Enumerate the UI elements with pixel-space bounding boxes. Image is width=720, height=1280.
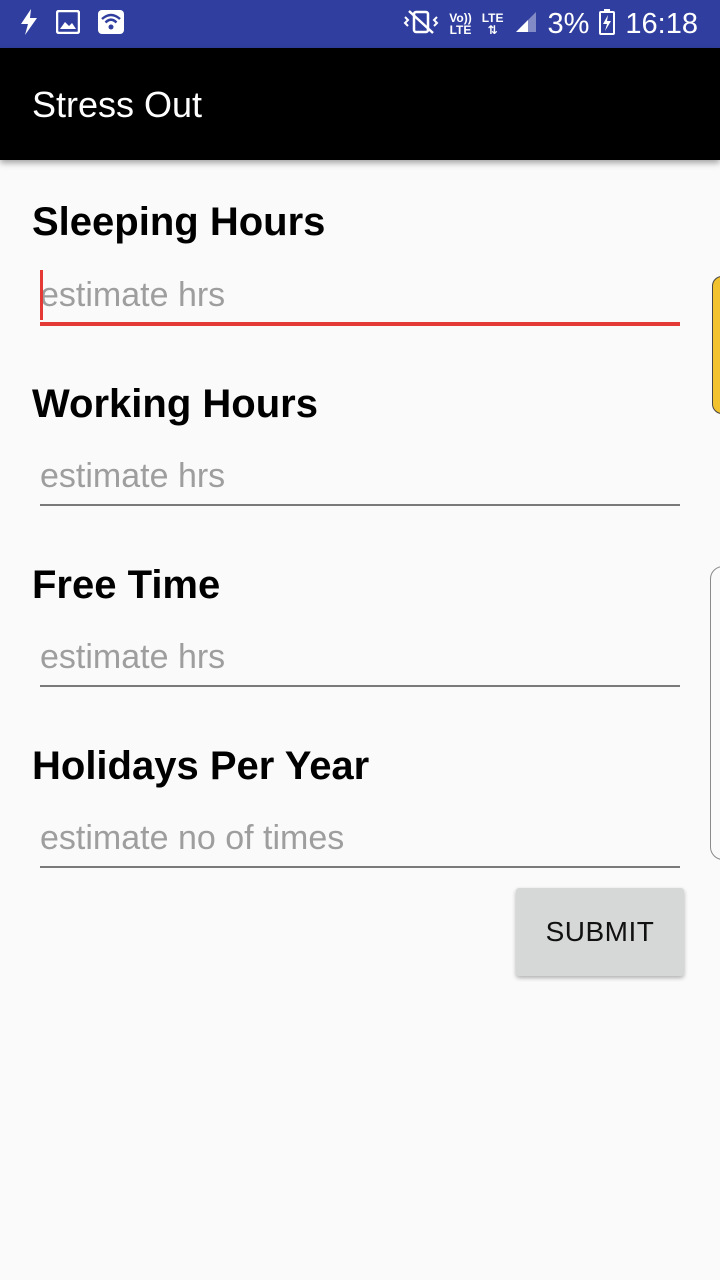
text-cursor bbox=[40, 270, 43, 320]
holidays-per-year-label: Holidays Per Year bbox=[32, 744, 370, 788]
battery-percent: 3% bbox=[547, 7, 590, 40]
volte-indicator: Vo)) LTE bbox=[449, 12, 471, 36]
edge-panel-handle[interactable] bbox=[712, 276, 720, 414]
status-left-icons bbox=[20, 8, 124, 40]
volte-label-bottom: LTE bbox=[449, 23, 472, 37]
wifi-icon bbox=[98, 9, 124, 39]
app-title: Stress Out bbox=[32, 84, 203, 125]
flash-icon bbox=[20, 8, 38, 40]
mute-vibrate-icon bbox=[403, 9, 439, 40]
clock: 16:18 bbox=[625, 7, 698, 40]
data-arrows-icon: ⇅ bbox=[487, 23, 498, 37]
working-hours-input[interactable] bbox=[40, 448, 680, 506]
image-icon bbox=[55, 9, 81, 39]
battery-charging-icon bbox=[599, 8, 616, 40]
signal-icon bbox=[514, 10, 538, 39]
status-right-icons: Vo)) LTE LTE ⇅ 3% 16:18 bbox=[403, 6, 698, 42]
submit-button[interactable]: SUBMIT bbox=[516, 888, 684, 976]
free-time-label: Free Time bbox=[32, 563, 221, 607]
edge-panel-tab[interactable] bbox=[710, 566, 720, 860]
free-time-input[interactable] bbox=[40, 629, 680, 687]
lte-indicator: LTE ⇅ bbox=[482, 12, 504, 36]
app-toolbar: Stress Out bbox=[0, 48, 720, 160]
status-bar: Vo)) LTE LTE ⇅ 3% 16:18 bbox=[0, 0, 720, 48]
sleeping-hours-label: Sleeping Hours bbox=[32, 200, 326, 244]
holidays-per-year-input[interactable] bbox=[40, 810, 680, 868]
working-hours-label: Working Hours bbox=[32, 382, 318, 426]
sleeping-hours-input[interactable] bbox=[40, 268, 680, 326]
